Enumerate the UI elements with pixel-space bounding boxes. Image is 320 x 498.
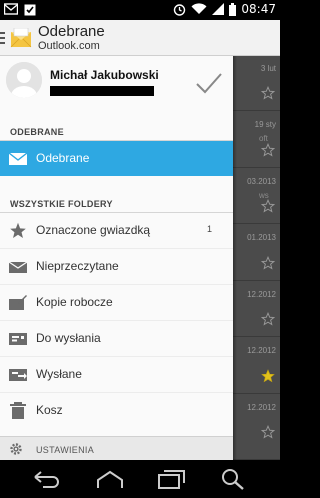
list-item[interactable]: 12.2012 (233, 282, 280, 337)
star-icon[interactable] (261, 312, 275, 326)
drawer-item-outbox[interactable]: Do wysłania (0, 321, 233, 356)
account-header[interactable]: Michał Jakubowski (0, 56, 233, 112)
message-date: 12.2012 (247, 346, 276, 355)
star-icon (10, 222, 26, 238)
account-subtitle: Outlook.com (38, 40, 100, 52)
list-item[interactable]: 19 sty oft (233, 112, 280, 168)
list-item[interactable]: 12.2012 (233, 395, 280, 460)
avatar (6, 62, 42, 98)
battery-icon (229, 2, 237, 16)
drawer-item-label: Wysłane (36, 367, 82, 381)
status-bar: 08:47 (0, 0, 280, 20)
count-badge: 1 (206, 224, 212, 234)
drawer-item-unread[interactable]: Nieprzeczytane (0, 249, 233, 284)
navigation-bar (0, 460, 280, 498)
settings-button[interactable]: USTAWIENIA (0, 436, 233, 460)
list-item[interactable]: 3 lut (233, 56, 280, 111)
checkmark-icon[interactable] (195, 72, 223, 94)
message-snippet: oft (259, 134, 268, 143)
drawer-item-label: Nieprzeczytane (36, 259, 119, 273)
message-date: 01.2013 (247, 233, 276, 242)
message-date: 12.2012 (247, 403, 276, 412)
drawer-item-label: Do wysłania (36, 331, 101, 345)
drawer-item-label: Kopie robocze (36, 295, 113, 309)
list-item[interactable]: 01.2013 (233, 225, 280, 281)
outlook-envelope-icon[interactable] (10, 28, 32, 48)
drawer-item-starred[interactable]: Oznaczone gwiazdką 1 (0, 213, 233, 248)
account-name: Michał Jakubowski (50, 68, 159, 82)
trash-icon (10, 402, 26, 419)
star-icon[interactable] (261, 143, 275, 157)
list-item[interactable]: 03.2013 ws (233, 169, 280, 224)
back-icon[interactable] (31, 468, 61, 490)
unread-mail-icon (9, 261, 27, 273)
drawer-item-inbox[interactable]: Odebrane (0, 141, 233, 176)
drawer-item-sent[interactable]: Wysłane (0, 357, 233, 392)
home-icon[interactable] (95, 468, 125, 490)
person-icon (6, 62, 42, 98)
mail-notification-icon (4, 3, 18, 15)
signal-icon (212, 3, 225, 15)
draft-icon (9, 295, 27, 310)
outbox-icon (9, 333, 27, 345)
starred-icon[interactable] (261, 369, 275, 383)
envelope-icon (9, 152, 27, 165)
star-icon[interactable] (261, 256, 275, 270)
drawer-item-label: Odebrane (36, 151, 90, 165)
app-title: Odebrane (38, 23, 105, 40)
action-bar: Odebrane Outlook.com (0, 20, 280, 56)
section-folders-header: WSZYSTKIE FOLDERY (10, 199, 113, 209)
navigation-drawer: Michał Jakubowski ODEBRANE Odebrane WSZY… (0, 56, 233, 460)
menu-icon[interactable] (0, 32, 6, 44)
star-icon[interactable] (261, 425, 275, 439)
section-inbox-header: ODEBRANE (10, 127, 64, 137)
account-email-redacted (50, 86, 154, 96)
message-date: 19 sty (254, 120, 276, 129)
recents-icon[interactable] (157, 468, 187, 490)
status-time: 08:47 (241, 2, 276, 16)
star-icon[interactable] (261, 86, 275, 100)
star-icon[interactable] (261, 199, 275, 213)
drawer-item-label: Kosz (36, 403, 63, 417)
message-list: 3 lut 19 sty oft 03.2013 ws 01.2013 12.2… (233, 56, 280, 460)
alarm-icon (174, 3, 186, 16)
drawer-item-trash[interactable]: Kosz (0, 393, 233, 428)
message-date: 3 lut (260, 64, 276, 73)
list-item[interactable]: 12.2012 (233, 338, 280, 394)
drawer-item-drafts[interactable]: Kopie robocze (0, 285, 233, 320)
search-icon[interactable] (219, 468, 249, 490)
message-date: 12.2012 (247, 290, 276, 299)
settings-label: USTAWIENIA (36, 445, 95, 455)
drawer-item-label: Oznaczone gwiazdką (36, 223, 151, 237)
drawer-shadow (233, 56, 237, 460)
clipboard-check-icon (24, 4, 36, 16)
message-date: 03.2013 (247, 177, 276, 186)
gear-icon (10, 443, 22, 455)
wifi-icon (191, 3, 207, 15)
sent-icon (9, 369, 27, 381)
